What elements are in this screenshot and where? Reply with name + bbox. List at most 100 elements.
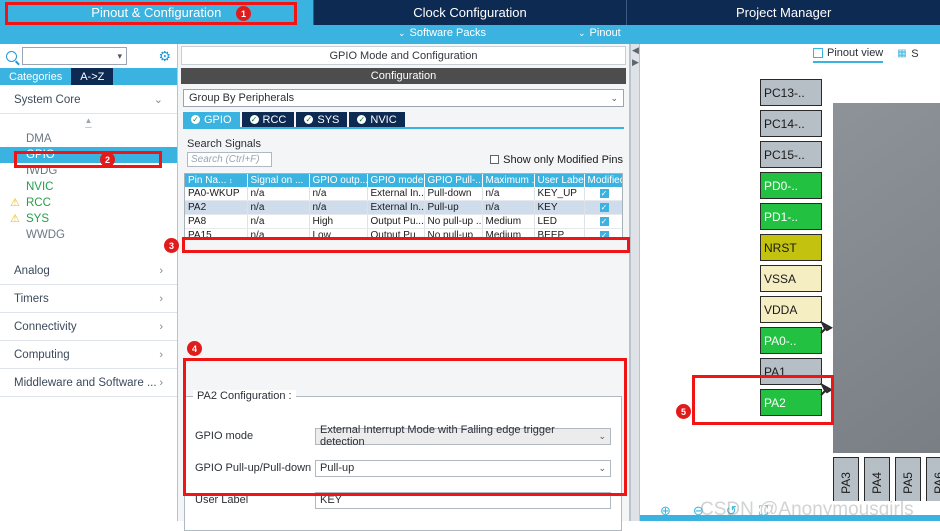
tab-a-to-z[interactable]: A->Z <box>71 68 114 85</box>
cell-gpio-output: High <box>309 214 368 229</box>
category-system-core[interactable]: System Core ⌄ <box>0 85 177 114</box>
pinout-pin-nrst[interactable]: NRST <box>760 234 822 261</box>
col-gpio-mode[interactable]: GPIO mode <box>367 174 425 187</box>
scroll-grip[interactable]: ▲ ─ <box>0 114 177 132</box>
show-only-modified-pins-checkbox[interactable]: Show only Modified Pins <box>490 154 623 166</box>
cell-maximum: Medium <box>482 228 535 238</box>
col-pin-name[interactable]: Pin Na... ↕ <box>185 174 248 187</box>
cell-modified[interactable]: ✓ <box>584 187 622 201</box>
checkbox-label: Show only Modified Pins <box>503 153 623 166</box>
pin-label: PA3 <box>839 472 853 494</box>
gpio-mode-row: GPIO mode External Interrupt Mode with F… <box>195 424 611 448</box>
pinout-pin-pa5[interactable]: PA5 <box>895 457 921 501</box>
category-list: System Core ⌄ ▲ ─ DMA GPIO IWDG NVIC ⚠ RCC… <box>0 85 177 397</box>
table-row[interactable]: PA8 n/a High Output Pu... No pull-up ...… <box>185 214 622 229</box>
tab-rcc[interactable]: ✓ RCC <box>241 112 295 127</box>
cell-maximum: Medium <box>482 214 535 229</box>
category-middleware[interactable]: Middleware and Software ... › <box>0 369 177 397</box>
search-signals-input[interactable]: Search (Ctrl+F) <box>187 152 272 167</box>
pinout-pin-pa3[interactable]: PA3 <box>833 457 859 501</box>
tab-sys[interactable]: ✓ SYS <box>296 112 348 127</box>
mcu-chip-body: ST <box>833 103 940 453</box>
tab-pinout-configuration[interactable]: Pinout & Configuration <box>0 0 314 25</box>
tab-categories[interactable]: Categories <box>0 68 72 85</box>
category-timers[interactable]: Timers › <box>0 285 177 313</box>
col-user-label[interactable]: User Label <box>534 174 585 187</box>
chip-icon <box>813 47 823 58</box>
col-modified[interactable]: Modified <box>584 174 622 187</box>
pinout-pin-pa1[interactable]: PA1 <box>760 358 822 385</box>
tab-project-manager[interactable]: Project Manager <box>627 0 940 25</box>
chevron-right-icon: › <box>159 377 163 389</box>
collapse-left-icon[interactable]: ◀ <box>632 46 639 55</box>
sidebar-item-dma[interactable]: DMA <box>0 131 177 147</box>
table-row[interactable]: PA0-WKUP n/a n/a External In... Pull-dow… <box>185 187 622 201</box>
pin-label: PD0-.. <box>764 178 799 193</box>
user-label-label: User Label <box>195 494 249 506</box>
group-by-value: Group By Peripherals <box>189 92 295 104</box>
pinout-canvas[interactable]: ST PC13-.. PC14-.. PC15-.. PD0-.. PD1-..… <box>640 65 940 501</box>
software-packs-menu[interactable]: ⌄ Software Packs <box>398 27 486 39</box>
annotation-badge-1: 1 <box>236 6 251 21</box>
tab-gpio[interactable]: ✓ GPIO <box>183 112 240 127</box>
category-connectivity[interactable]: Connectivity › <box>0 313 177 341</box>
collapse-right-icon[interactable]: ▶ <box>632 58 639 67</box>
sidebar-item-rcc[interactable]: ⚠ RCC <box>0 195 177 211</box>
gpio-pull-dropdown[interactable]: Pull-up ⌄ <box>315 459 611 477</box>
pinout-menu[interactable]: ⌄ Pinout <box>578 27 621 39</box>
gpio-pull-label: GPIO Pull-up/Pull-down <box>195 462 312 474</box>
tab-clock-configuration[interactable]: Clock Configuration <box>314 0 628 25</box>
sidebar-item-sys[interactable]: ⚠ SYS <box>0 211 177 227</box>
cell-gpio-output: Low <box>309 228 368 238</box>
sidebar-item-iwdg[interactable]: IWDG <box>0 163 177 179</box>
panel-splitter[interactable]: ◀ ▶ <box>630 44 640 521</box>
cell-gpio-output: n/a <box>309 187 368 201</box>
col-gpio-pull[interactable]: GPIO Pull-... <box>424 174 483 187</box>
col-signal-on[interactable]: Signal on ... <box>247 174 310 187</box>
table-row-pa2[interactable]: PA2 n/a n/a External In... Pull-up n/a K… <box>185 200 622 215</box>
cell-modified[interactable]: ✓ <box>584 200 622 215</box>
category-analog[interactable]: Analog › <box>0 257 177 285</box>
cell-modified[interactable]: ✓ <box>584 228 622 238</box>
tab-pinout-view[interactable]: Pinout view <box>813 47 884 63</box>
pinout-pin-pc15[interactable]: PC15-.. <box>760 141 822 168</box>
sidebar-item-nvic[interactable]: NVIC <box>0 179 177 195</box>
cell-signal-on: n/a <box>247 187 310 201</box>
check-icon: ✓ <box>249 114 259 124</box>
table-row[interactable]: PA15 n/a Low Output Pu... No pull-up ...… <box>185 228 622 238</box>
col-maximum[interactable]: Maximum ... <box>482 174 535 187</box>
pinout-pin-pa6[interactable]: PA6 <box>926 457 940 501</box>
search-input[interactable]: ▾ <box>22 47 127 65</box>
pinout-pin-pa4[interactable]: PA4 <box>864 457 890 501</box>
pinout-pin-pd0[interactable]: PD0-.. <box>760 172 822 199</box>
gear-icon[interactable]: ⚙ <box>158 49 171 63</box>
tab-filler <box>113 68 177 85</box>
pinout-pin-vssa[interactable]: VSSA <box>760 265 822 292</box>
cell-gpio-mode: External In... <box>367 187 425 201</box>
cell-signal-on: n/a <box>247 214 310 229</box>
gpio-mode-label: GPIO mode <box>195 430 254 442</box>
tab-system-view[interactable]: ▦ S <box>897 48 918 62</box>
pinout-pin-pa0[interactable]: PA0-.. <box>760 327 822 354</box>
tab-label: NVIC <box>370 113 397 126</box>
cell-gpio-pull: Pull-up <box>424 200 483 215</box>
cell-pin-name: PA0-WKUP <box>185 187 248 201</box>
pinout-pin-pd1[interactable]: PD1-.. <box>760 203 822 230</box>
sidebar-item-gpio[interactable]: GPIO <box>0 147 177 163</box>
gpio-mode-dropdown[interactable]: External Interrupt Mode with Falling edg… <box>315 424 611 448</box>
pinout-pin-pa2[interactable]: PA2 <box>760 389 822 416</box>
pinout-pin-pc13[interactable]: PC13-.. <box>760 79 822 106</box>
chevron-right-icon: › <box>159 293 163 305</box>
pinout-pin-vdda[interactable]: VDDA <box>760 296 822 323</box>
group-by-dropdown[interactable]: Group By Peripherals ⌄ <box>183 89 624 107</box>
sidebar-item-wwdg[interactable]: WWDG <box>0 227 177 243</box>
user-label-input[interactable]: KEY <box>315 491 611 509</box>
category-computing[interactable]: Computing › <box>0 341 177 369</box>
chevron-down-icon: ⌄ <box>598 462 606 473</box>
cell-modified[interactable]: ✓ <box>584 214 622 229</box>
software-packs-label: Software Packs <box>409 27 486 39</box>
tab-nvic[interactable]: ✓ NVIC <box>349 112 405 127</box>
col-gpio-output[interactable]: GPIO outp... <box>309 174 368 187</box>
cell-gpio-pull: No pull-up ... <box>424 214 483 229</box>
pinout-pin-pc14[interactable]: PC14-.. <box>760 110 822 137</box>
